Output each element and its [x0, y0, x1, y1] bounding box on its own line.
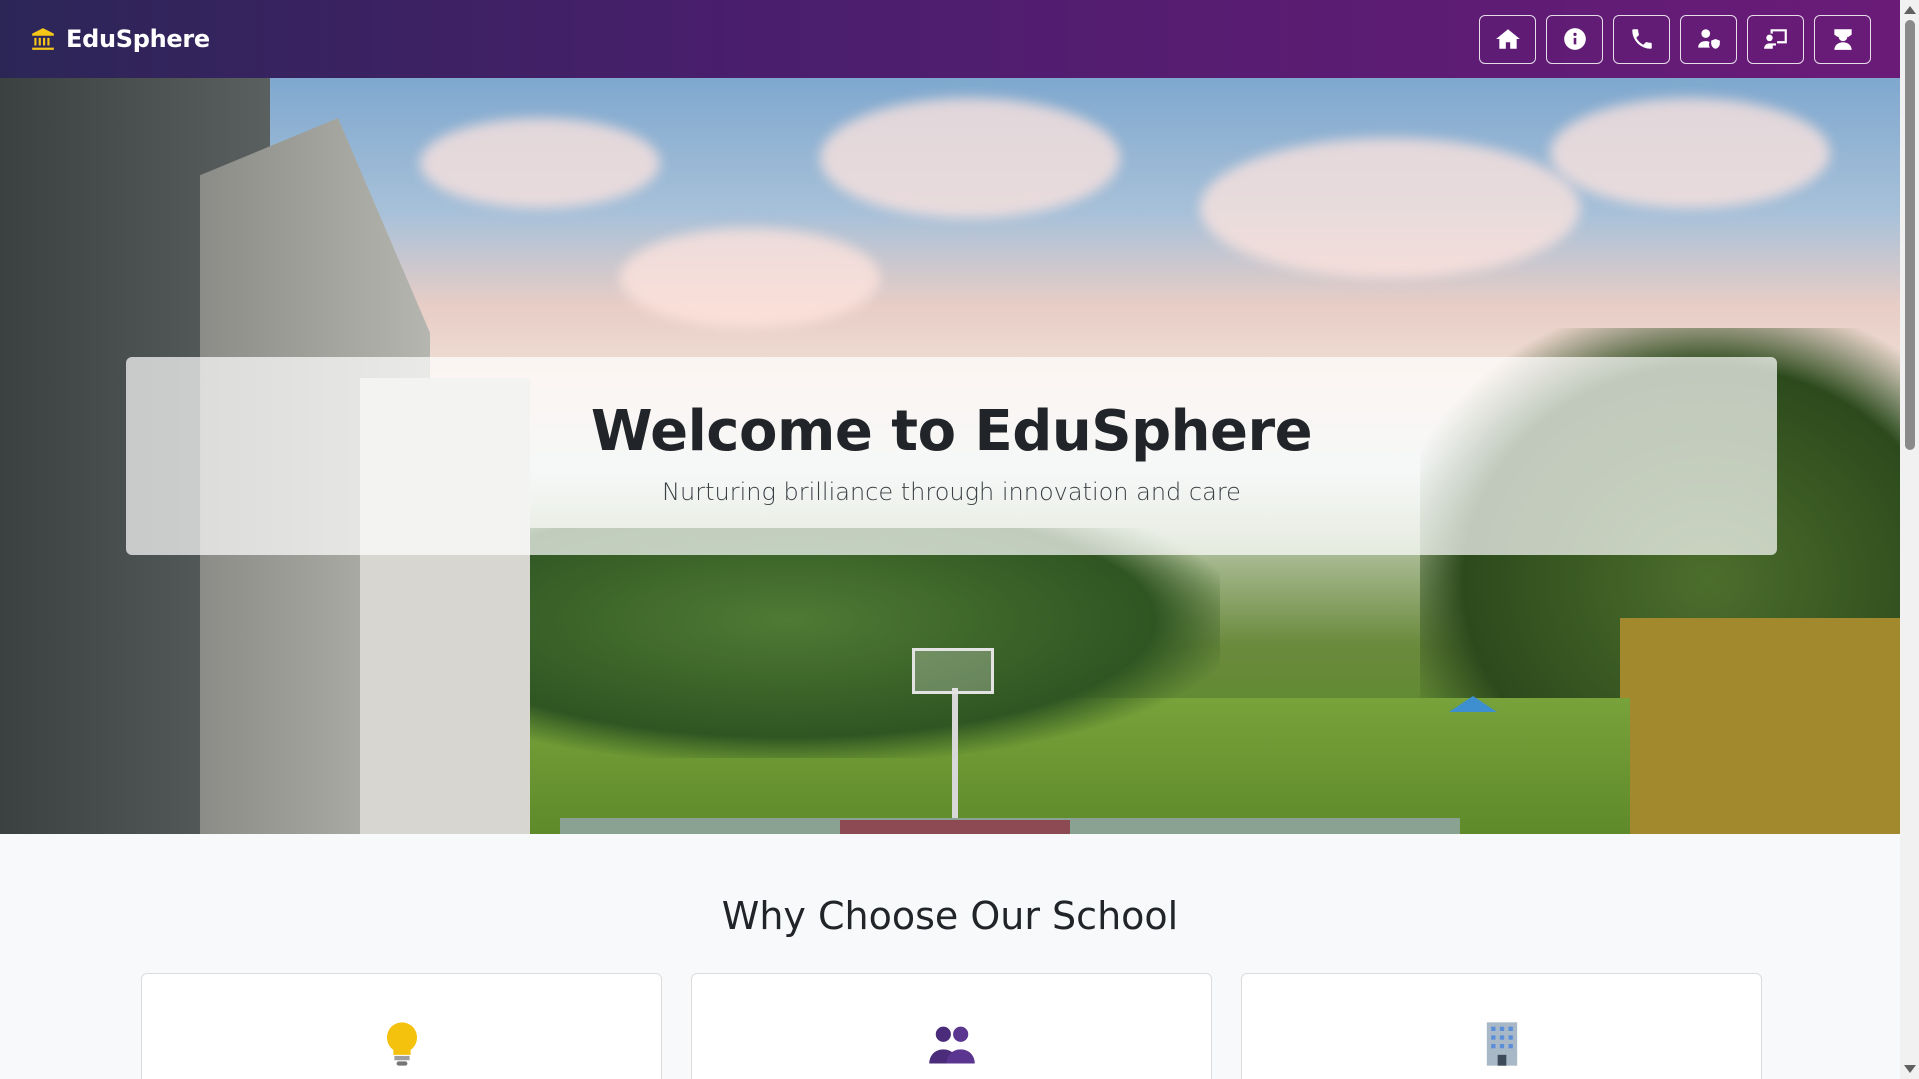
scroll-thumb[interactable] [1905, 20, 1915, 450]
top-navbar: EduSphere [0, 0, 1900, 78]
cloud [420, 118, 660, 208]
bank-icon [32, 28, 54, 50]
trees-center [500, 528, 1220, 758]
brand-name: EduSphere [66, 25, 210, 53]
teacher-button[interactable] [1747, 14, 1804, 64]
hero-title: Welcome to EduSphere [590, 398, 1313, 464]
feature-card-facilities [1241, 973, 1762, 1079]
contact-button[interactable] [1613, 14, 1670, 64]
court-key [840, 820, 1070, 834]
yellow-wall [1620, 618, 1900, 834]
home-button[interactable] [1479, 14, 1536, 64]
cloud [1200, 138, 1580, 278]
graduate-icon [1833, 29, 1852, 50]
feature-card-innovation [141, 973, 662, 1079]
student-button[interactable] [1814, 14, 1871, 64]
cloud [820, 98, 1120, 218]
cloud [620, 228, 880, 328]
hero-subtitle: Nurturing brilliance through innovation … [662, 477, 1241, 506]
admin-button[interactable] [1680, 14, 1737, 64]
cloud [1550, 98, 1830, 208]
scroll-down-arrow[interactable] [1904, 1065, 1916, 1073]
building-icon [1486, 1022, 1517, 1066]
scroll-up-arrow[interactable] [1904, 6, 1916, 14]
lightbulb-icon [386, 1022, 417, 1066]
hero-card: Welcome to EduSphere Nurturing brillianc… [126, 357, 1777, 555]
user-shield-icon [1697, 29, 1720, 49]
hoop-board [912, 648, 994, 694]
hero-banner: Welcome to EduSphere Nurturing brillianc… [0, 78, 1900, 834]
nav-buttons [1479, 14, 1871, 64]
feature-card-community [691, 973, 1212, 1079]
brand[interactable]: EduSphere [30, 25, 210, 53]
hoop-pole [952, 688, 958, 818]
chalkboard-teacher-icon [1763, 29, 1787, 49]
about-button[interactable] [1546, 14, 1603, 64]
people-icon [928, 1026, 975, 1064]
page-scrollbar[interactable] [1900, 0, 1919, 1079]
info-icon [1563, 28, 1586, 50]
phone-icon [1631, 29, 1652, 49]
home-icon [1495, 29, 1520, 49]
section-title: Why Choose Our School [721, 894, 1179, 938]
